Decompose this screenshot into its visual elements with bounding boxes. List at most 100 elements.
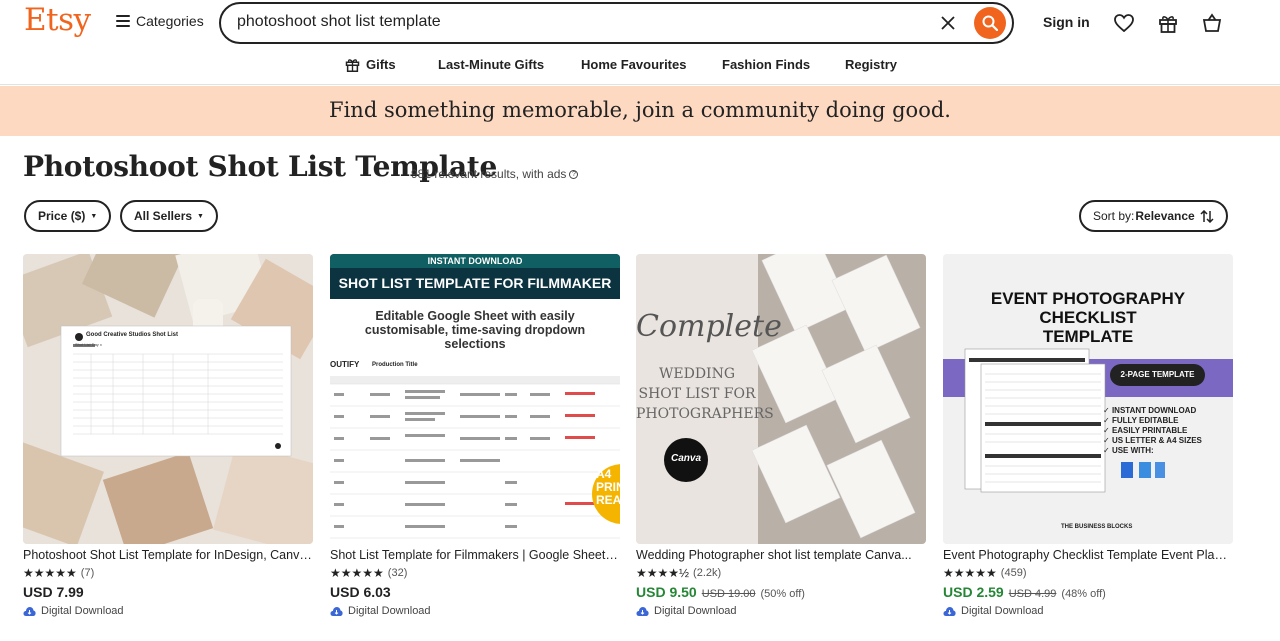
- discount: (48% off): [1061, 588, 1106, 600]
- badge-label: Digital Download: [41, 605, 124, 617]
- a4-print-ready-badge: A4 PRINT READY: [596, 467, 620, 507]
- review-count: (7): [80, 567, 95, 579]
- promo-banner[interactable]: Find something memorable, join a communi…: [0, 86, 1280, 136]
- mockup-heading: SHOT LIST TEMPLATE FOR FILMMAKER: [338, 275, 612, 291]
- spreadsheet-mockup: [330, 376, 620, 544]
- clear-search-icon[interactable]: [937, 12, 959, 34]
- search-icon: [982, 15, 998, 31]
- site-header: Etsy Categories Sign in: [0, 0, 1280, 46]
- cloud-download-icon: [943, 606, 956, 616]
- cloud-download-icon: [23, 606, 36, 616]
- listing-card[interactable]: EVENT PHOTOGRAPHY CHECKLIST TEMPLATE 2-P…: [943, 254, 1233, 617]
- cloud-download-icon: [636, 606, 649, 616]
- star-rating-icon: ★★★★★: [330, 566, 384, 580]
- listing-title[interactable]: Shot List Template for Filmmakers | Goog…: [330, 548, 620, 562]
- listing-card[interactable]: INSTANT DOWNLOAD SHOT LIST TEMPLATE FOR …: [330, 254, 620, 617]
- categories-button[interactable]: Categories: [116, 13, 204, 29]
- mockup-brand: THE BUSINESS BLOCKS: [1061, 524, 1133, 530]
- review-count: (459): [1000, 567, 1027, 579]
- results-text: 981 relevant results, with ads: [411, 167, 567, 181]
- sort-value: Relevance: [1135, 209, 1195, 223]
- mockup-heading-line2: CHECKLIST: [1039, 308, 1137, 327]
- star-rating-icon: ★★★★★: [943, 566, 997, 580]
- search-button[interactable]: [974, 7, 1006, 39]
- sign-in-link[interactable]: Sign in: [1043, 14, 1090, 30]
- listing-title[interactable]: Event Photography Checklist Template Eve…: [943, 548, 1233, 562]
- sort-button[interactable]: Sort by: Relevance: [1079, 200, 1228, 232]
- nav-item-registry[interactable]: Registry: [845, 57, 897, 72]
- sort-prefix: Sort by:: [1093, 209, 1135, 223]
- star-rating-icon: ★★★★½: [636, 566, 690, 580]
- info-icon[interactable]: ?: [569, 169, 579, 179]
- search-input[interactable]: [237, 13, 917, 31]
- canva-badge: Canva: [670, 453, 701, 464]
- cart-icon[interactable]: [1200, 11, 1224, 35]
- feature-list: ✓ INSTANT DOWNLOAD ✓ FULLY EDITABLE ✓ EA…: [1103, 406, 1202, 456]
- mockup-heading-line1: EVENT PHOTOGRAPHY: [990, 289, 1186, 308]
- digital-download-badge: Digital Download: [23, 605, 124, 617]
- results-count: 981 relevant results, with ads ?: [411, 167, 579, 181]
- cloud-download-icon: [330, 606, 343, 616]
- sellers-filter-button[interactable]: All Sellers ▼: [120, 200, 218, 232]
- review-count: (2.2k): [693, 567, 722, 579]
- mockup-heading: Good Creative Studios Shot List: [86, 332, 179, 338]
- two-page-template-pill: 2-PAGE TEMPLATE: [1120, 370, 1195, 379]
- price-row: USD 9.50 USD 19.00 (50% off): [636, 584, 805, 600]
- price: USD 7.99: [23, 584, 84, 600]
- listing-title[interactable]: Wedding Photographer shot list template …: [636, 548, 926, 562]
- price-row: USD 2.59 USD 4.99 (48% off): [943, 584, 1106, 600]
- digital-download-badge: Digital Download: [943, 605, 1044, 617]
- listing-image[interactable]: INSTANT DOWNLOAD SHOT LIST TEMPLATE FOR …: [330, 254, 620, 544]
- listing-rating: ★★★★½ (2.2k): [636, 566, 721, 580]
- price-filter-label: Price ($): [38, 209, 86, 223]
- original-price: USD 4.99: [1008, 588, 1057, 600]
- mockup-heading: EVENT PHOTOGRAPHY CHECKLIST TEMPLATE: [943, 289, 1233, 346]
- feature-item: ✓ EASILY PRINTABLE: [1103, 426, 1188, 435]
- mockup-script-text: Complete: [636, 309, 782, 344]
- digital-download-badge: Digital Download: [330, 605, 431, 617]
- nav-item-home-favourites[interactable]: Home Favourites: [581, 57, 686, 72]
- listing-title[interactable]: Photoshoot Shot List Template for InDesi…: [23, 548, 313, 562]
- price-row: USD 7.99: [23, 584, 84, 600]
- category-nav: Gifts Last-Minute Gifts Home Favourites …: [0, 46, 1280, 85]
- digital-download-badge: Digital Download: [636, 605, 737, 617]
- listing-card[interactable]: Complete WEDDING SHOT LIST FOR PHOTOGRAP…: [636, 254, 926, 617]
- price: USD 6.03: [330, 584, 391, 600]
- nav-item-last-minute-gifts[interactable]: Last-Minute Gifts: [438, 57, 544, 72]
- nav-item-fashion-finds[interactable]: Fashion Finds: [722, 57, 810, 72]
- instant-download-tag: INSTANT DOWNLOAD: [330, 254, 620, 268]
- mockup-heading: WEDDING SHOT LIST FOR PHOTOGRAPHERS: [636, 366, 774, 422]
- listing-image[interactable]: Complete WEDDING SHOT LIST FOR PHOTOGRAP…: [636, 254, 926, 544]
- price-row: USD 6.03: [330, 584, 391, 600]
- sort-arrows-icon: [1200, 209, 1214, 223]
- caret-down-icon: ▼: [197, 212, 204, 220]
- categories-label: Categories: [136, 13, 204, 29]
- nav-item-gifts[interactable]: Gifts: [345, 57, 396, 72]
- price-filter-button[interactable]: Price ($) ▼: [24, 200, 112, 232]
- feature-item: ✓ USE WITH:: [1103, 446, 1154, 455]
- feature-item: ✓ INSTANT DOWNLOAD: [1103, 406, 1197, 415]
- listing-rating: ★★★★★ (459): [943, 566, 1026, 580]
- badge-label: Digital Download: [348, 605, 431, 617]
- banner-text: Find something memorable, join a communi…: [329, 98, 951, 122]
- feature-item: ✓ FULLY EDITABLE: [1103, 416, 1179, 425]
- etsy-logo[interactable]: Etsy: [24, 2, 91, 38]
- mockup-subheading: Editable Google Sheet with easily custom…: [364, 309, 586, 351]
- listing-card[interactable]: Good Creative Studios Shot List Shot Lis…: [23, 254, 313, 617]
- listing-image[interactable]: Good Creative Studios Shot List Shot Lis…: [23, 254, 313, 544]
- favorites-heart-icon[interactable]: [1112, 11, 1136, 35]
- gift-icon[interactable]: [1156, 11, 1180, 35]
- listing-rating: ★★★★★ (7): [23, 566, 94, 580]
- mockup-subheading: Shot List Day x: [75, 342, 102, 347]
- mockup-table-title: Production Title: [372, 362, 418, 368]
- listing-image[interactable]: EVENT PHOTOGRAPHY CHECKLIST TEMPLATE 2-P…: [943, 254, 1233, 544]
- mockup-heading-line3: TEMPLATE: [1042, 327, 1134, 346]
- nav-item-label: Gifts: [366, 57, 396, 72]
- original-price: USD 19.00: [701, 588, 756, 600]
- listing-rating: ★★★★★ (32): [330, 566, 407, 580]
- sale-price: USD 2.59: [943, 584, 1004, 600]
- menu-icon: [116, 15, 130, 27]
- gift-icon: [345, 59, 360, 72]
- feature-item: ✓ US LETTER & A4 SIZES: [1103, 436, 1202, 445]
- badge-label: Digital Download: [654, 605, 737, 617]
